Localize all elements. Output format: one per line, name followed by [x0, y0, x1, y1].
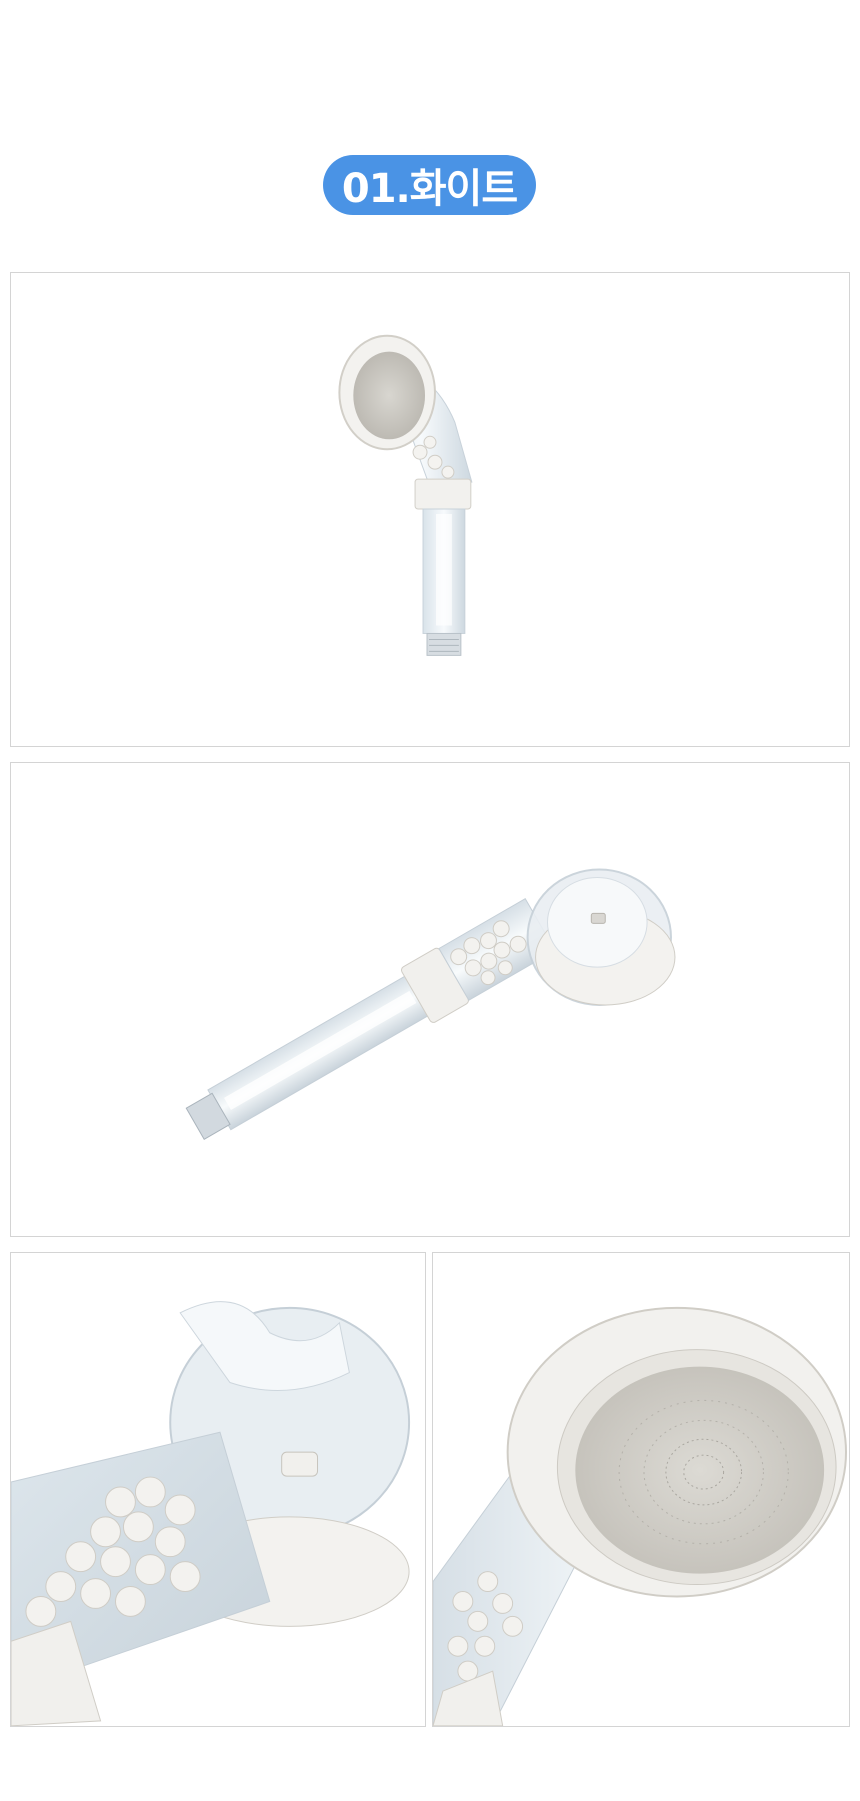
color-option-label: 01.화이트: [341, 166, 518, 212]
showerhead-angled-view-icon: [185, 868, 676, 1140]
color-option-badge: 01.화이트: [323, 155, 536, 215]
spray-face-closeup-icon: [433, 1306, 848, 1726]
showerhead-front-view-icon: [338, 334, 473, 656]
product-photo-spray-face: [432, 1252, 850, 1727]
product-photo-front: [10, 272, 850, 747]
product-photo-beads-closeup: [10, 1252, 426, 1727]
filter-beads-closeup-icon: [11, 1301, 411, 1726]
product-photo-angled: [10, 762, 850, 1237]
